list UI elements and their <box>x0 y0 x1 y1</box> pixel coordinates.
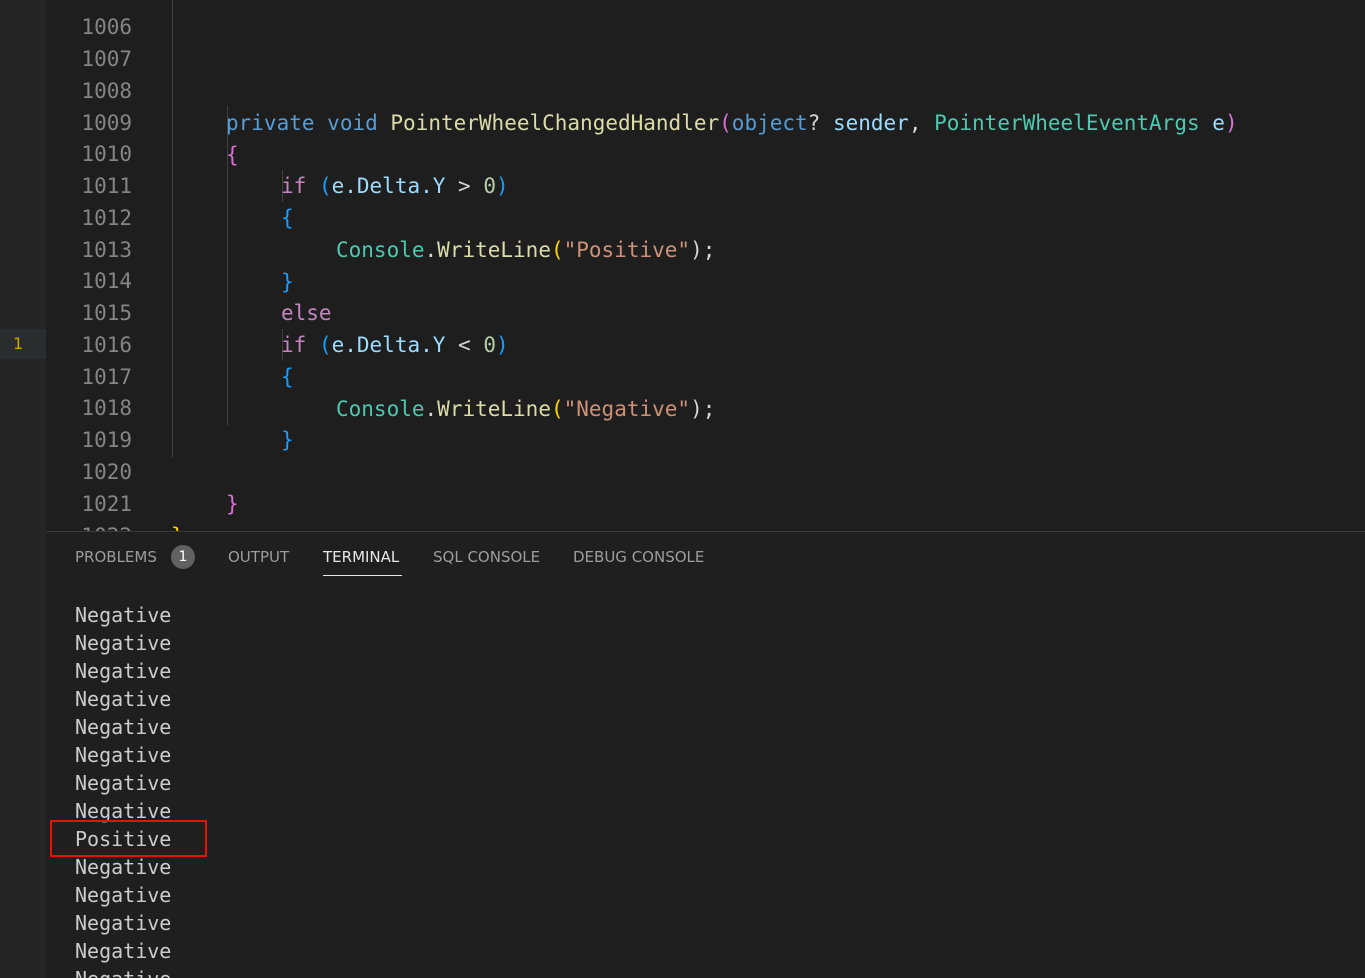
terminal-line: Negative <box>75 911 172 935</box>
terminal-line: Negative <box>75 687 172 711</box>
terminal-line: Negative <box>75 743 172 767</box>
tab-label: PROBLEMS <box>75 548 157 566</box>
tab-label: TERMINAL <box>323 548 400 566</box>
line-number: 1022 <box>46 520 132 531</box>
activity-gutter <box>0 0 46 978</box>
problems-count-badge: 1 <box>171 545 195 569</box>
terminal-line: Negative <box>75 939 172 963</box>
code-line: 1011 { <box>46 138 1365 230</box>
code-line: 1015 if (e.Delta.Y < 0) <box>46 265 1365 357</box>
code-editor[interactable]: 1006 1007 1008 private void PointerWheel… <box>46 0 1365 531</box>
code-line: 1021 } <box>46 456 1365 531</box>
problem-marker-count: 1 <box>13 334 24 353</box>
code-line: 1022 <box>46 488 1365 531</box>
terminal-line: Negative <box>75 855 172 879</box>
tab-debug-console[interactable]: DEBUG CONSOLE <box>573 548 704 578</box>
tab-label: DEBUG CONSOLE <box>573 548 705 566</box>
code-text: } <box>171 520 184 531</box>
code-line: 1007 <box>46 11 1365 71</box>
code-line: 1017 Console.WriteLine("Negative"); <box>46 329 1365 421</box>
code-line: 1006 <box>46 0 1365 39</box>
code-line: 1016 { <box>46 297 1365 389</box>
code-line: 1012 Console.WriteLine("Positive"); <box>46 170 1365 262</box>
code-line: 1018 } <box>46 360 1365 452</box>
code-line: 1019 <box>46 392 1365 452</box>
tab-label: OUTPUT <box>228 548 290 566</box>
terminal-line: Negative <box>75 883 172 907</box>
active-tab-indicator <box>323 575 402 576</box>
terminal-line: Negative <box>75 715 172 739</box>
code-line: 1020 } <box>46 424 1365 516</box>
terminal-line: Negative <box>75 631 172 655</box>
terminal-line: Negative <box>75 659 172 683</box>
terminal-line: Negative <box>75 771 172 795</box>
highlight-annotation-box <box>50 820 207 857</box>
code-line: 1008 private void PointerWheelChangedHan… <box>46 43 1365 135</box>
tab-output[interactable]: OUTPUT <box>228 548 289 578</box>
terminal-line: Negative <box>75 603 172 627</box>
tab-problems[interactable]: PROBLEMS <box>75 548 157 578</box>
code-line: 1009 { <box>46 75 1365 167</box>
code-line: 1014 else <box>46 233 1365 325</box>
problem-marker[interactable]: 1 <box>0 329 46 359</box>
bottom-panel: PROBLEMS 1 OUTPUT TERMINAL SQL CONSOLE D… <box>46 532 1365 978</box>
tab-terminal[interactable]: TERMINAL <box>323 548 399 578</box>
terminal-line: Negative <box>75 965 171 978</box>
tab-sql-console[interactable]: SQL CONSOLE <box>433 548 540 578</box>
tab-label: SQL CONSOLE <box>433 548 541 566</box>
code-line: 1010 if (e.Delta.Y > 0) <box>46 106 1365 198</box>
code-line: 1013 } <box>46 202 1365 294</box>
